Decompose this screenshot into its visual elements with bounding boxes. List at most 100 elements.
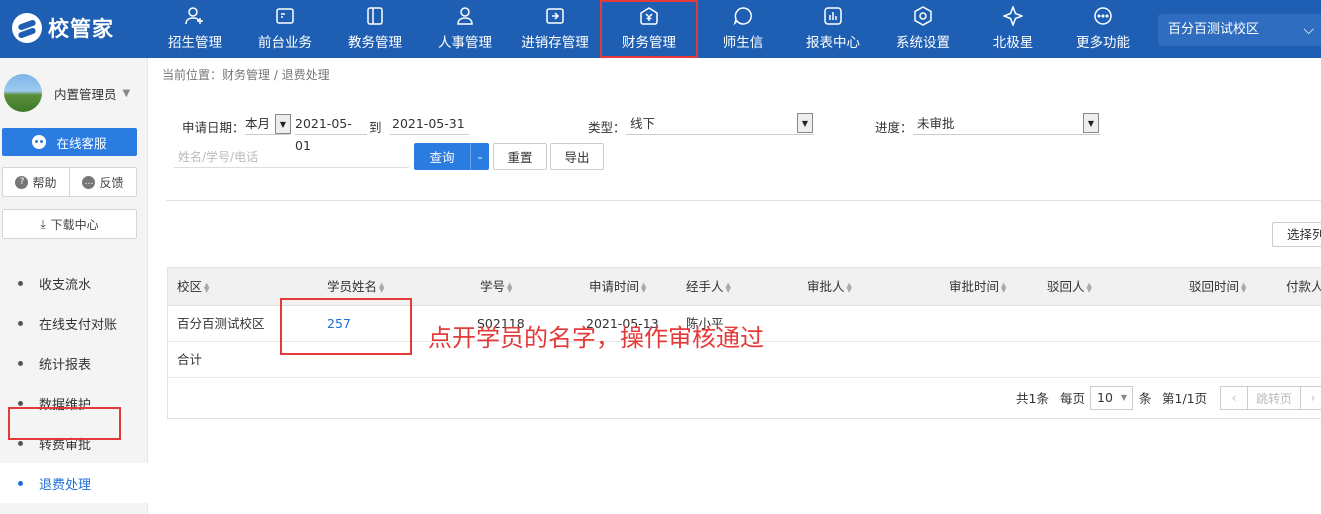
sidebar-item-cashflow[interactable]: 收支流水 bbox=[0, 263, 148, 303]
chevron-left-icon: ‹ bbox=[1231, 391, 1237, 405]
prev-page-button[interactable]: ‹ bbox=[1220, 386, 1248, 410]
breadcrumb: 当前位置：财务管理 / 退费处理 bbox=[162, 68, 330, 82]
nav-label: 师生信 bbox=[722, 35, 764, 51]
column-header-student-no[interactable]: 学号 ▲ ▼ bbox=[480, 268, 513, 306]
divider bbox=[166, 200, 1321, 201]
sort-icon[interactable]: ▲ ▼ bbox=[1241, 281, 1247, 293]
download-center-button[interactable]: ⤓ 下载中心 bbox=[2, 209, 137, 239]
column-header-campus[interactable]: 校区 ▲ ▼ bbox=[177, 268, 210, 306]
bullet-icon bbox=[18, 280, 23, 286]
polaris-icon bbox=[1002, 6, 1024, 26]
sort-icon[interactable]: ▲ ▼ bbox=[379, 281, 385, 293]
main-nav: 招生管理 前台业务 教务管理 人事管理 进销存管理 财务管理 师生信 报表中心 bbox=[150, 0, 1148, 58]
bullet-icon bbox=[18, 440, 23, 446]
nav-label: 人事管理 bbox=[438, 35, 492, 51]
column-header-approver[interactable]: 审批人 ▲ ▼ bbox=[807, 268, 853, 306]
nav-label: 前台业务 bbox=[258, 35, 312, 51]
cell-campus: 百分百测试校区 bbox=[177, 316, 265, 331]
sort-icon[interactable]: ▲ ▼ bbox=[641, 281, 647, 293]
nav-item-enrollment[interactable]: 招生管理 bbox=[150, 0, 240, 58]
user-name: 内置管理员 bbox=[54, 86, 117, 102]
nav-item-reports[interactable]: 报表中心 bbox=[788, 0, 878, 58]
help-button[interactable]: ? 帮助 bbox=[3, 168, 69, 196]
page-size-value: 10 bbox=[1097, 390, 1113, 405]
date-to-value: 2021-05-31 bbox=[392, 116, 465, 131]
next-page-button[interactable]: › bbox=[1300, 386, 1321, 410]
campus-select[interactable]: 百分百测试校区 ⌵ bbox=[1158, 14, 1321, 46]
nav-label: 系统设置 bbox=[896, 35, 950, 51]
export-button[interactable]: 导出 bbox=[550, 143, 604, 170]
highlight-box-student-name bbox=[280, 298, 412, 355]
type-select[interactable]: 线下 bbox=[626, 113, 814, 135]
dropdown-arrow-icon[interactable]: ▼ bbox=[797, 113, 813, 133]
nav-item-messages[interactable]: 师生信 bbox=[698, 0, 788, 58]
nav-item-settings[interactable]: 系统设置 bbox=[878, 0, 968, 58]
sort-icon[interactable]: ▲ ▼ bbox=[1001, 281, 1007, 293]
sort-icon[interactable]: ▲ ▼ bbox=[726, 281, 732, 293]
nav-item-polaris[interactable]: 北极星 bbox=[968, 0, 1058, 58]
progress-label: 进度： bbox=[875, 120, 913, 135]
date-from-input[interactable]: 2021-05-01 bbox=[295, 113, 367, 153]
chevron-down-icon[interactable]: ⌄ bbox=[471, 143, 489, 170]
nav-item-front-desk[interactable]: 前台业务 bbox=[240, 0, 330, 58]
sort-icon[interactable]: ▲ ▼ bbox=[507, 281, 513, 293]
nav-item-inventory[interactable]: 进销存管理 bbox=[510, 0, 600, 58]
nav-item-finance[interactable]: 财务管理 bbox=[600, 0, 698, 58]
column-header-handler[interactable]: 经手人 ▲ ▼ bbox=[686, 268, 732, 306]
nav-label: 报表中心 bbox=[806, 35, 860, 51]
dropdown-arrow-icon[interactable]: ▼ bbox=[275, 114, 291, 134]
question-icon: ? bbox=[15, 175, 29, 189]
date-label: 申请日期： bbox=[182, 120, 245, 135]
campus-select-value: 百分百测试校区 bbox=[1168, 22, 1260, 37]
column-header-reject-time[interactable]: 驳回时间 ▲ ▼ bbox=[1189, 268, 1247, 306]
column-header-payer[interactable]: 付款人 bbox=[1286, 268, 1321, 306]
caret-down-icon: ▼ bbox=[1120, 393, 1127, 402]
annotation-text: 点开学员的名字，操作审核通过 bbox=[428, 324, 764, 352]
page-size-select[interactable]: 10 ▼ bbox=[1090, 386, 1133, 410]
sidebar-item-online-reconcile[interactable]: 在线支付对账 bbox=[0, 303, 148, 343]
online-service-button[interactable]: 在线客服 bbox=[2, 128, 137, 156]
header-text: 驳回人 bbox=[1047, 279, 1085, 294]
nav-item-hr[interactable]: 人事管理 bbox=[420, 0, 510, 58]
progress-value: 未审批 bbox=[917, 116, 955, 131]
progress-select[interactable]: 未审批 bbox=[913, 113, 1100, 135]
column-header-rejector[interactable]: 驳回人 ▲ ▼ bbox=[1047, 268, 1093, 306]
header-text: 学号 bbox=[480, 279, 506, 294]
bullet-icon bbox=[18, 360, 23, 366]
jump-page-button[interactable]: 跳转页 bbox=[1247, 386, 1301, 410]
date-range-value: 本月 bbox=[245, 116, 271, 131]
feedback-label: 反馈 bbox=[99, 175, 124, 190]
sort-icon[interactable]: ▲ ▼ bbox=[847, 281, 853, 293]
bullet-icon bbox=[18, 320, 23, 326]
sidebar-item-statistics[interactable]: 统计报表 bbox=[0, 343, 148, 383]
sidebar-item-label: 在线支付对账 bbox=[39, 317, 118, 333]
sort-icon[interactable]: ▲ ▼ bbox=[204, 281, 210, 293]
feedback-button[interactable]: … 反馈 bbox=[69, 168, 136, 196]
select-columns-button[interactable]: 选择列 bbox=[1272, 222, 1321, 247]
date-to-input[interactable]: 2021-05-31 bbox=[390, 113, 469, 135]
sidebar: 内置管理员 ▼ 在线客服 ? 帮助 … 反馈 ⤓ 下载中心 收支流水 在线支付对… bbox=[0, 58, 148, 514]
sidebar-menu: 收支流水 在线支付对账 统计报表 数据维护 转费审批 退费处理 bbox=[0, 263, 148, 503]
reset-button[interactable]: 重置 bbox=[493, 143, 547, 170]
query-button[interactable]: 查询 ⌄ bbox=[414, 143, 489, 170]
nav-item-more[interactable]: 更多功能 bbox=[1058, 0, 1148, 58]
nav-label: 北极星 bbox=[992, 35, 1034, 51]
header-text: 经手人 bbox=[686, 279, 724, 294]
search-input[interactable]: 姓名/学号/电话 bbox=[174, 146, 409, 168]
user-profile[interactable]: 内置管理员 ▼ bbox=[4, 74, 130, 112]
header-text: 申请时间 bbox=[589, 279, 640, 294]
user-plus-icon bbox=[184, 6, 206, 26]
bullet-icon bbox=[18, 480, 23, 486]
app-logo[interactable]: 校管家 bbox=[12, 12, 114, 44]
column-header-approve-time[interactable]: 审批时间 ▲ ▼ bbox=[949, 268, 1007, 306]
nav-item-academic[interactable]: 教务管理 bbox=[330, 0, 420, 58]
type-label: 类型： bbox=[588, 120, 626, 135]
sort-icon[interactable]: ▲ ▼ bbox=[1087, 281, 1093, 293]
nav-label: 进销存管理 bbox=[521, 35, 589, 51]
sidebar-item-refund[interactable]: 退费处理 bbox=[0, 463, 148, 503]
export-label: 导出 bbox=[564, 150, 590, 165]
column-header-apply-time[interactable]: 申请时间 ▲ ▼ bbox=[589, 268, 647, 306]
to-label: 到 bbox=[369, 120, 382, 135]
dropdown-arrow-icon[interactable]: ▼ bbox=[1083, 113, 1099, 133]
top-nav-bar: 校管家 招生管理 前台业务 教务管理 人事管理 进销存管理 财务管理 师生信 报… bbox=[0, 0, 1321, 58]
